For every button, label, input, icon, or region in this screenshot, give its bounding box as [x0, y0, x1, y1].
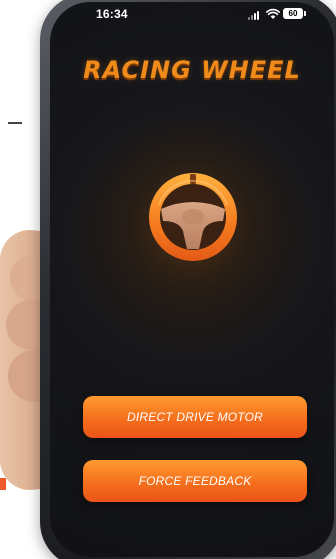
decorative-line: [8, 122, 22, 124]
scene: 16:34 60 RACING WHEEL DIRECT DRIVE MOTOR…: [0, 0, 336, 559]
battery-icon: 60: [283, 8, 303, 19]
battery-tip: [304, 11, 306, 16]
force-feedback-button[interactable]: FORCE FEEDBACK: [83, 460, 307, 502]
wifi-icon: [266, 8, 280, 19]
signal-icon: [248, 10, 262, 20]
steering-wheel-icon: [149, 173, 237, 261]
status-bar: 16:34 60: [50, 2, 334, 28]
phone-screen: 16:34 60 RACING WHEEL DIRECT DRIVE MOTOR…: [50, 2, 334, 557]
direct-drive-motor-button[interactable]: DIRECT DRIVE MOTOR: [83, 396, 307, 438]
status-time: 16:34: [96, 7, 128, 21]
app-title: RACING WHEEL: [83, 56, 301, 84]
decorative-orange-mark: [0, 478, 6, 490]
